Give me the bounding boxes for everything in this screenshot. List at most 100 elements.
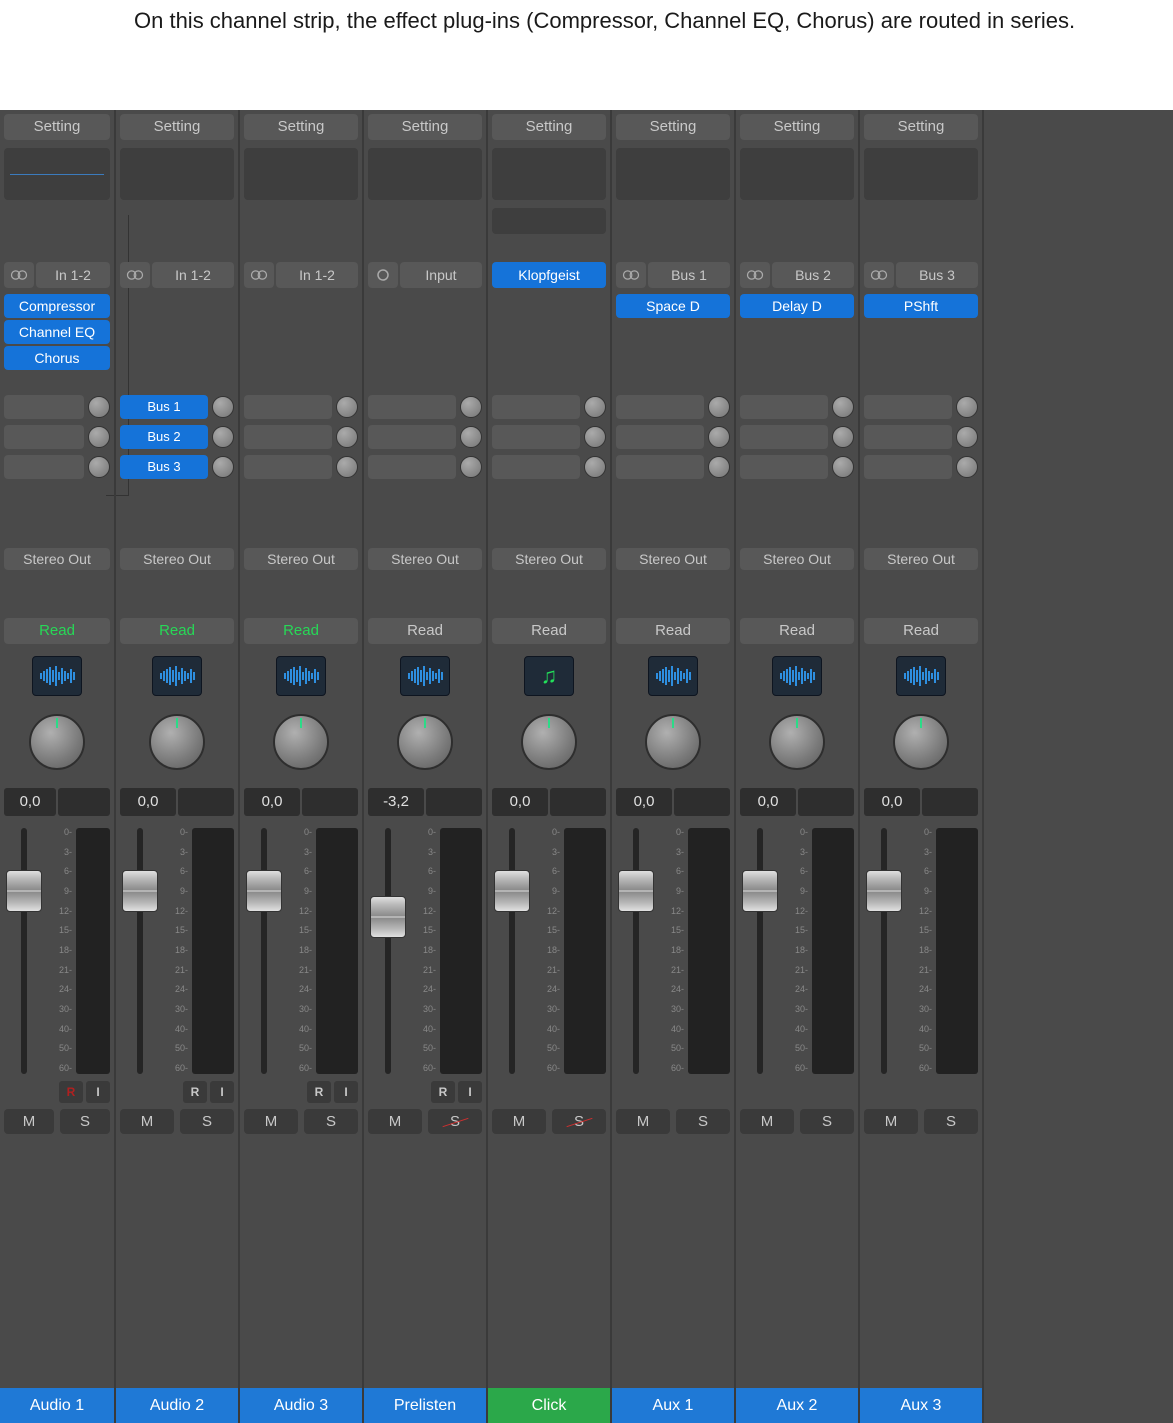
group-slot[interactable] — [244, 580, 358, 608]
fader-cap[interactable] — [618, 870, 654, 912]
insert-plugin[interactable]: Delay D — [740, 294, 854, 318]
setting-button[interactable]: Setting — [616, 114, 730, 140]
input-monitor-button[interactable]: I — [334, 1081, 358, 1103]
send-level-knob[interactable] — [708, 396, 730, 418]
pan-knob[interactable] — [273, 714, 329, 770]
eq-thumbnail[interactable] — [368, 148, 482, 200]
channel-name[interactable]: Audio 2 — [116, 1388, 238, 1423]
send-slot[interactable] — [616, 425, 704, 449]
mute-button[interactable]: M — [616, 1109, 670, 1134]
eq-thumbnail[interactable] — [244, 148, 358, 200]
eq-thumbnail[interactable] — [740, 148, 854, 200]
send-level-knob[interactable] — [956, 456, 978, 478]
record-enable-button[interactable]: R — [431, 1081, 455, 1103]
mute-button[interactable]: M — [120, 1109, 174, 1134]
solo-button[interactable]: S — [428, 1109, 482, 1134]
send-slot[interactable] — [244, 425, 332, 449]
output-slot[interactable]: Stereo Out — [740, 548, 854, 570]
setting-button[interactable]: Setting — [492, 114, 606, 140]
pan-knob[interactable] — [521, 714, 577, 770]
fader-cap[interactable] — [122, 870, 158, 912]
insert-plugin[interactable]: Chorus — [4, 346, 110, 370]
fader-cap[interactable] — [494, 870, 530, 912]
solo-button[interactable]: S — [552, 1109, 606, 1134]
send-slot[interactable] — [864, 395, 952, 419]
insert-plugin[interactable]: PShft — [864, 294, 978, 318]
send-level-knob[interactable] — [832, 456, 854, 478]
send-level-knob[interactable] — [88, 456, 110, 478]
send-level-knob[interactable] — [88, 396, 110, 418]
volume-value[interactable]: 0,0 — [740, 788, 796, 816]
fader-track[interactable] — [4, 828, 44, 1074]
send-level-knob[interactable] — [832, 426, 854, 448]
pan-knob[interactable] — [769, 714, 825, 770]
track-icon[interactable] — [32, 656, 82, 696]
solo-button[interactable]: S — [800, 1109, 854, 1134]
record-enable-button[interactable]: R — [59, 1081, 83, 1103]
stereo-icon[interactable] — [740, 262, 770, 288]
input-slot[interactable]: In 1-2 — [152, 262, 234, 288]
track-icon[interactable]: ♫ — [524, 656, 574, 696]
setting-button[interactable]: Setting — [120, 114, 234, 140]
automation-mode[interactable]: Read — [492, 618, 606, 644]
send-level-knob[interactable] — [460, 396, 482, 418]
send-level-knob[interactable] — [708, 456, 730, 478]
group-slot[interactable] — [120, 580, 234, 608]
send-slot[interactable] — [864, 425, 952, 449]
volume-value[interactable]: 0,0 — [616, 788, 672, 816]
send-slot[interactable]: Bus 2 — [120, 425, 208, 449]
fader-track[interactable] — [244, 828, 284, 1074]
send-slot[interactable] — [244, 455, 332, 479]
fader-track[interactable] — [492, 828, 532, 1074]
peak-display[interactable] — [674, 788, 730, 816]
send-slot[interactable] — [616, 455, 704, 479]
peak-display[interactable] — [178, 788, 234, 816]
send-slot[interactable] — [492, 395, 580, 419]
insert-plugin[interactable]: Channel EQ — [4, 320, 110, 344]
volume-value[interactable]: 0,0 — [4, 788, 56, 816]
send-slot[interactable] — [740, 425, 828, 449]
fader-cap[interactable] — [370, 896, 406, 938]
group-slot[interactable] — [864, 580, 978, 608]
pan-knob[interactable] — [645, 714, 701, 770]
setting-button[interactable]: Setting — [740, 114, 854, 140]
track-icon[interactable] — [772, 656, 822, 696]
volume-value[interactable]: 0,0 — [492, 788, 548, 816]
output-slot[interactable]: Stereo Out — [244, 548, 358, 570]
send-level-knob[interactable] — [212, 396, 234, 418]
send-slot[interactable]: Bus 1 — [120, 395, 208, 419]
output-slot[interactable]: Stereo Out — [120, 548, 234, 570]
output-slot[interactable]: Stereo Out — [616, 548, 730, 570]
mono-icon[interactable] — [368, 262, 398, 288]
fader-cap[interactable] — [246, 870, 282, 912]
setting-button[interactable]: Setting — [864, 114, 978, 140]
group-slot[interactable] — [740, 580, 854, 608]
send-level-knob[interactable] — [460, 456, 482, 478]
track-icon[interactable] — [400, 656, 450, 696]
gain-slot[interactable] — [492, 208, 606, 234]
track-icon[interactable] — [648, 656, 698, 696]
stereo-icon[interactable] — [120, 262, 150, 288]
send-slot[interactable] — [740, 395, 828, 419]
record-enable-button[interactable]: R — [307, 1081, 331, 1103]
send-level-knob[interactable] — [584, 426, 606, 448]
solo-button[interactable]: S — [60, 1109, 110, 1134]
automation-mode[interactable]: Read — [616, 618, 730, 644]
send-slot[interactable] — [244, 395, 332, 419]
pan-knob[interactable] — [397, 714, 453, 770]
input-monitor-button[interactable]: I — [86, 1081, 110, 1103]
send-level-knob[interactable] — [336, 426, 358, 448]
solo-button[interactable]: S — [676, 1109, 730, 1134]
send-level-knob[interactable] — [212, 456, 234, 478]
peak-display[interactable] — [302, 788, 358, 816]
send-level-knob[interactable] — [708, 426, 730, 448]
send-slot[interactable] — [4, 395, 84, 419]
stereo-icon[interactable] — [244, 262, 274, 288]
stereo-icon[interactable] — [4, 262, 34, 288]
setting-button[interactable]: Setting — [4, 114, 110, 140]
output-slot[interactable]: Stereo Out — [4, 548, 110, 570]
fader-track[interactable] — [616, 828, 656, 1074]
eq-thumbnail[interactable] — [492, 148, 606, 200]
send-level-knob[interactable] — [336, 456, 358, 478]
solo-button[interactable]: S — [924, 1109, 978, 1134]
